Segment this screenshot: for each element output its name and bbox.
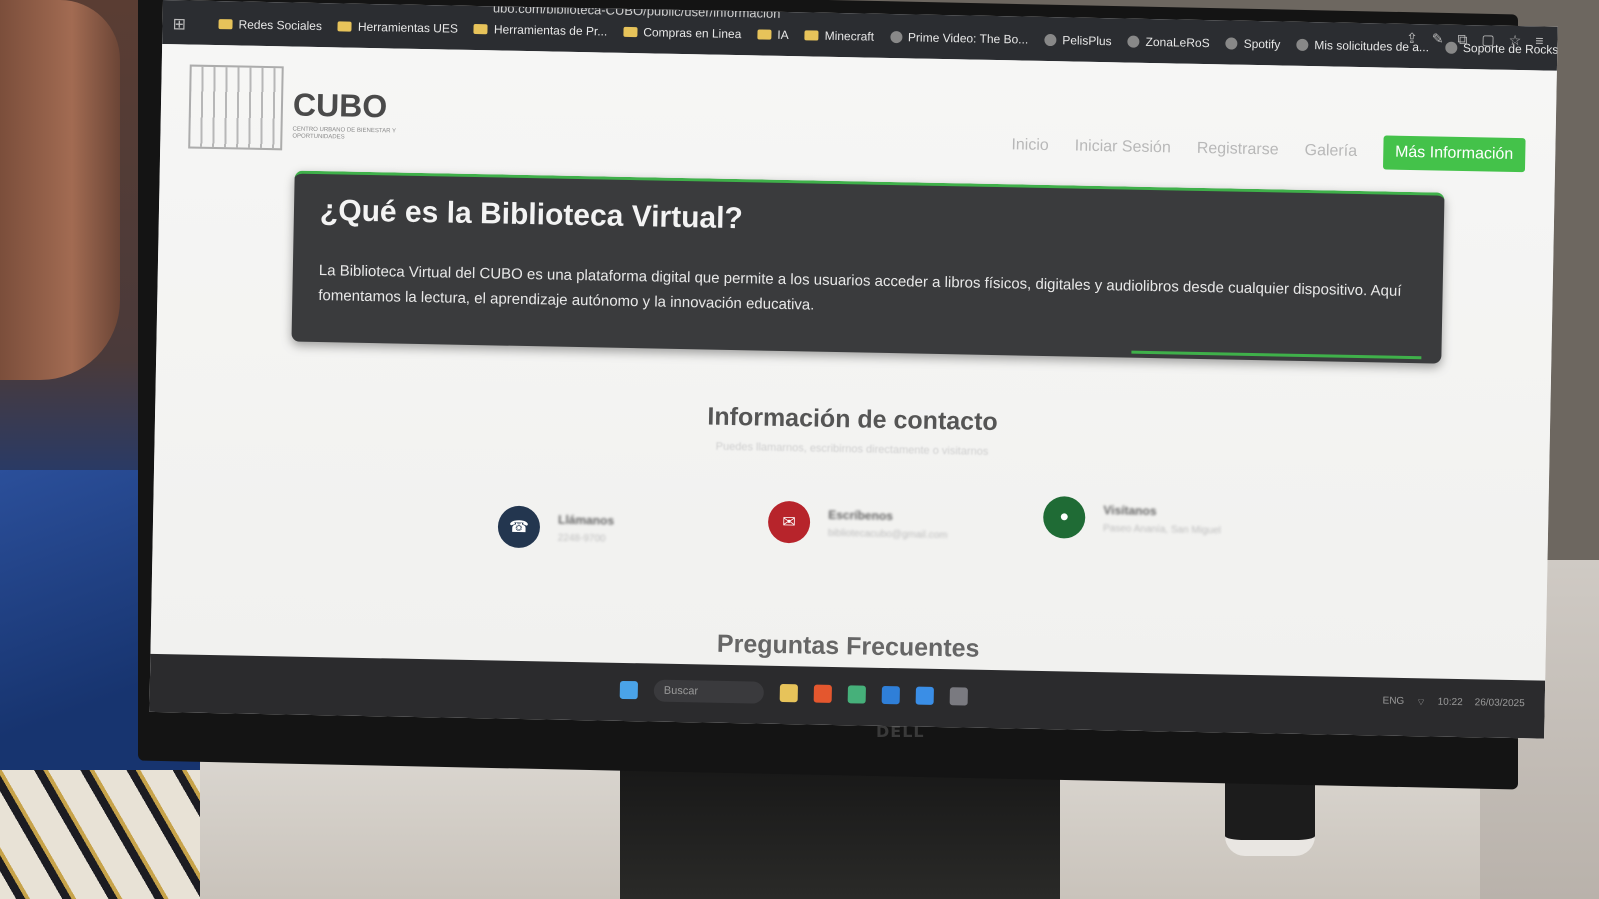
nav-register[interactable]: Registrarse	[1197, 140, 1279, 160]
contact-location-title: Visítanos	[1103, 502, 1157, 518]
bookmark-label: ZonaLeRoS	[1145, 34, 1210, 51]
vscode-icon[interactable]	[881, 685, 900, 705]
extensions-icon[interactable]: ✎	[1432, 30, 1444, 47]
building-logo-icon	[188, 64, 284, 151]
bookmark-item[interactable]: Redes Sociales	[218, 17, 322, 33]
more-info-button[interactable]: Más Información	[1382, 135, 1526, 173]
bookmark-item[interactable]: Compras en Linea	[623, 25, 741, 41]
mail-icon: ✉	[767, 500, 811, 544]
chrome-icon[interactable]	[847, 685, 866, 704]
site-logo[interactable]: CUBO	[293, 87, 388, 126]
taskbar-apps: Buscar	[619, 679, 968, 708]
bookmark-label: Compras en Linea	[643, 25, 742, 42]
folder-icon	[218, 19, 233, 30]
bookmark-label: Herramientas UES	[357, 19, 459, 36]
bookmark-star-icon[interactable]: ☆	[1509, 32, 1522, 49]
puzzle-icon[interactable]: ⧉	[1457, 31, 1467, 48]
contact-phone-title: Llámanos	[557, 512, 615, 528]
spotify-icon	[1225, 37, 1238, 50]
person-arm	[0, 0, 120, 380]
bookmark-label: IA	[777, 27, 789, 43]
folder-icon	[623, 26, 638, 38]
sidebar-icon[interactable]: ▢	[1481, 31, 1495, 48]
website: CUBO CENTRO URBANO DE BIENESTAR Y OPORTU…	[150, 43, 1557, 681]
bookmark-label: PelisPlus	[1062, 33, 1112, 49]
contact-phone[interactable]: ☎ Llámanos 2248-9700	[497, 505, 615, 550]
page-icon	[1296, 38, 1309, 51]
bookmark-item[interactable]: PelisPlus	[1044, 33, 1112, 48]
file-explorer-icon[interactable]	[779, 683, 798, 703]
folder-icon	[337, 21, 353, 32]
bookmark-label: Redes Sociales	[238, 17, 323, 34]
pelisplus-icon	[1044, 33, 1057, 47]
bookmark-label: Prime Video: The Bo...	[907, 30, 1029, 47]
apps-grid-icon[interactable]: ⊞	[172, 14, 186, 34]
brave-browser-icon[interactable]	[813, 684, 832, 703]
bookmark-item[interactable]: Herramientas UES	[337, 19, 459, 36]
nav-gallery[interactable]: Galería	[1304, 142, 1357, 161]
tray-time[interactable]: 10:22	[1438, 697, 1463, 710]
windows-start-icon[interactable]	[619, 680, 639, 700]
contact-email-value: bibliotecacubo@gmail.com	[827, 527, 948, 541]
bookmark-label: Spotify	[1243, 36, 1281, 52]
nav-home[interactable]: Inicio	[1011, 136, 1049, 155]
taskbar-search[interactable]: Buscar	[653, 679, 765, 704]
hero-text: La Biblioteca Virtual del CUBO es una pl…	[318, 262, 1402, 314]
site-logo-subtitle: CENTRO URBANO DE BIENESTAR Y OPORTUNIDAD…	[292, 126, 396, 141]
main-nav: Inicio Iniciar Sesión Registrarse Galerí…	[1011, 128, 1526, 173]
bookmark-label: Minecraft	[824, 28, 875, 44]
wifi-icon[interactable]: ⌔	[1416, 696, 1426, 709]
settings-icon[interactable]	[949, 687, 968, 706]
edge-icon[interactable]	[915, 686, 934, 705]
hero-accent-bar	[1131, 350, 1422, 360]
bookmark-item[interactable]: ZonaLeRoS	[1127, 34, 1210, 51]
contact-location[interactable]: ● Visítanos Paseo Ananía, San Miguel	[1042, 495, 1222, 541]
hero-card: ¿Qué es la Biblioteca Virtual? La Biblio…	[291, 170, 1445, 364]
nav-login[interactable]: Iniciar Sesión	[1075, 138, 1171, 158]
bookmark-item[interactable]: Spotify	[1225, 36, 1281, 52]
bookmark-item[interactable]: Herramientas de Pr...	[473, 22, 608, 39]
phone-icon: ☎	[497, 505, 541, 549]
location-pin-icon: ●	[1042, 495, 1086, 539]
zonaleros-icon	[1127, 35, 1140, 48]
bookmark-label: Herramientas de Pr...	[493, 22, 608, 39]
folder-icon	[757, 29, 772, 40]
bookmark-item[interactable]: Prime Video: The Bo...	[889, 30, 1029, 47]
system-tray: ENG ⌔ 10:22 26/03/2025	[1382, 696, 1524, 712]
photo-scene: DELL ubo.com/biblioteca-CUBO/public/user…	[0, 0, 1599, 899]
folder-icon	[804, 30, 819, 41]
bookmark-item[interactable]: IA	[757, 27, 789, 42]
bookmark-item[interactable]: Minecraft	[804, 28, 875, 44]
contact-location-value: Paseo Ananía, San Miguel	[1102, 522, 1221, 536]
folder-icon	[473, 23, 489, 35]
tray-language[interactable]: ENG	[1382, 696, 1404, 709]
contact-email-title: Escríbenos	[828, 507, 894, 523]
prime-video-icon	[889, 30, 903, 44]
monitor-screen: ubo.com/biblioteca-CUBO/public/user/info…	[149, 0, 1558, 739]
menu-icon[interactable]: ≡	[1535, 32, 1543, 49]
contact-email[interactable]: ✉ Escríbenos bibliotecacubo@gmail.com	[767, 500, 948, 546]
share-icon[interactable]: ⇪	[1406, 30, 1418, 47]
tray-date[interactable]: 26/03/2025	[1475, 697, 1525, 711]
hero-title: ¿Qué es la Biblioteca Virtual?	[319, 194, 744, 236]
browser-toolbar: ⇪ ✎ ⧉ ▢ ☆ ≡	[1406, 30, 1544, 50]
contact-phone-value: 2248-9700	[557, 532, 606, 545]
